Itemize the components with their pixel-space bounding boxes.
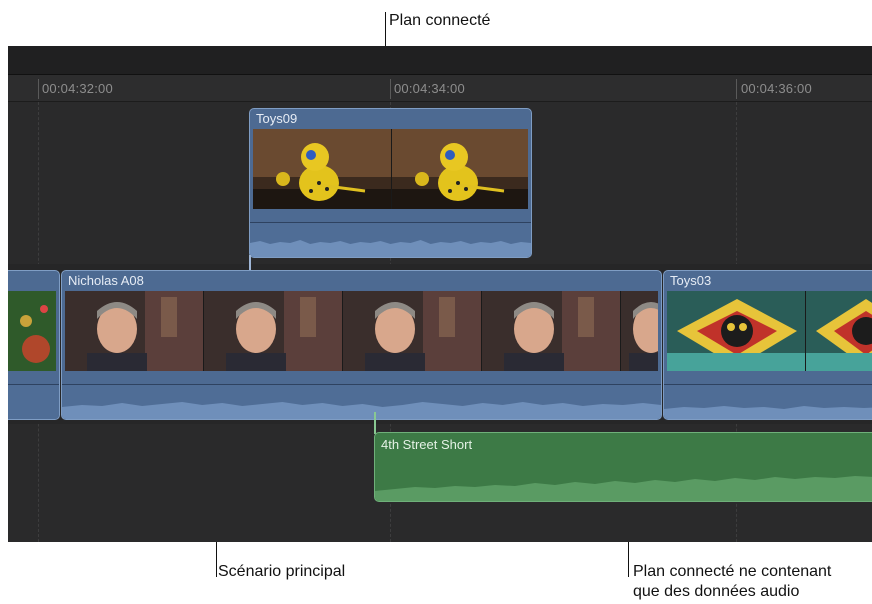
thumbnail-interview [482, 291, 621, 371]
connected-audio-clip[interactable]: 4th Street Short [374, 432, 872, 502]
thumbnail-interview [343, 291, 482, 371]
ruler-tick [736, 79, 737, 99]
ruler-tick [38, 79, 39, 99]
clip-name: Toys03 [670, 273, 712, 288]
thumbnail-interview [621, 291, 658, 371]
thumbnail-toy-box [667, 291, 806, 371]
callout-audio-only-line2: que des données audio [633, 583, 800, 600]
callout-connected-clip: Plan connecté [389, 12, 491, 29]
timecode-label: 00:04:36:00 [741, 81, 812, 96]
thumbnail-interview [204, 291, 343, 371]
thumbnail-toy-box [806, 291, 872, 371]
timecode-ruler[interactable]: 00:04:32:00 00:04:34:00 00:04:36:00 [8, 75, 872, 102]
clip-name: Nicholas A08 [68, 273, 144, 288]
connected-video-clip[interactable]: Toys09 [249, 108, 532, 258]
primary-clip-next[interactable]: Toys03 [663, 270, 872, 420]
clip-connector [374, 412, 376, 434]
filmstrip [667, 291, 872, 371]
clip-name: Toys09 [256, 111, 298, 126]
timeline-toolbar [8, 46, 872, 75]
timeline[interactable]: 00:04:32:00 00:04:34:00 00:04:36:00 Toys… [8, 46, 872, 542]
thumbnail-toy [253, 129, 392, 209]
thumbnail-toy [392, 129, 528, 209]
timecode-label: 00:04:32:00 [42, 81, 113, 96]
callout-primary-storyline: Scénario principal [218, 563, 346, 580]
timecode-label: 00:04:34:00 [394, 81, 465, 96]
callout-audio-only-line1: Plan connecté ne contenant [633, 563, 832, 580]
audio-waveform [250, 222, 531, 257]
audio-waveform [62, 384, 661, 419]
thumbnail-interview [65, 291, 204, 371]
audio-waveform [375, 461, 872, 501]
audio-waveform [664, 384, 872, 419]
ruler-tick [390, 79, 391, 99]
filmstrip [253, 129, 528, 209]
filmstrip [65, 291, 658, 371]
primary-clip-previous[interactable] [8, 270, 60, 420]
audio-waveform [8, 384, 59, 419]
thumbnail [8, 291, 56, 371]
clip-name: 4th Street Short [381, 437, 473, 452]
filmstrip [8, 291, 56, 371]
primary-storyline-clip[interactable]: Nicholas A08 [61, 270, 662, 420]
